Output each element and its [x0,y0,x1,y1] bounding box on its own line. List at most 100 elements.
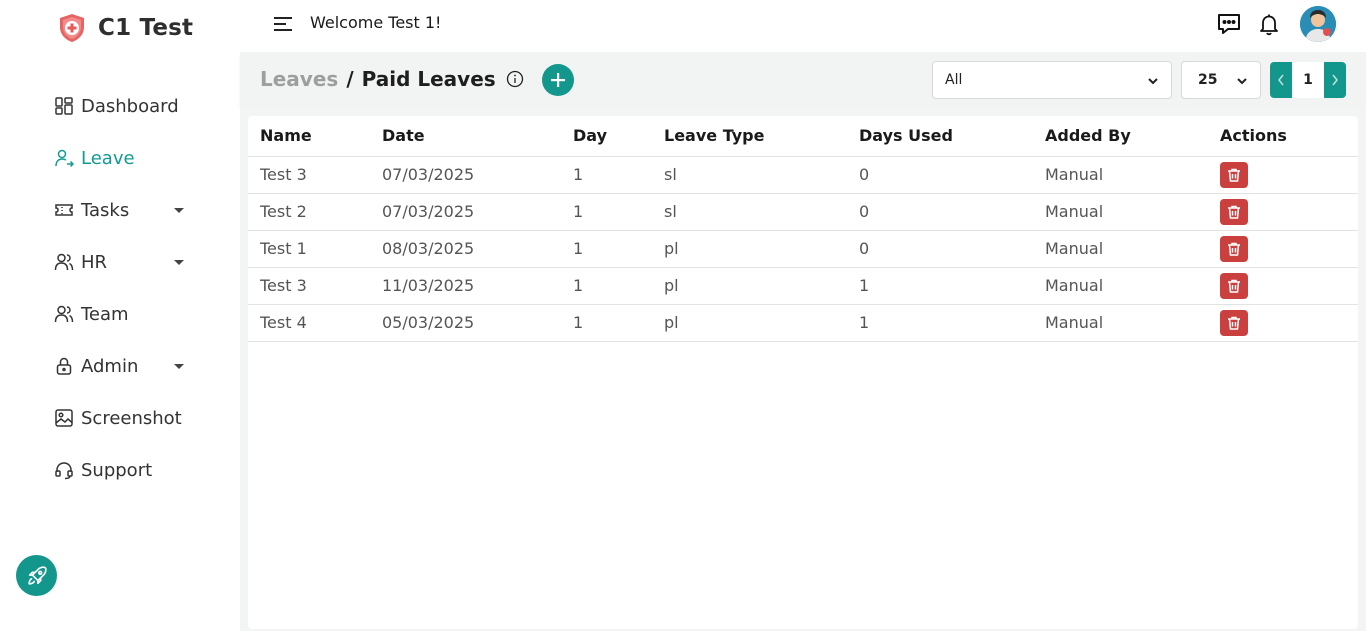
cell-added-by: Manual [1033,230,1208,268]
breadcrumb-parent[interactable]: Leaves [260,67,338,91]
info-icon[interactable] [506,70,524,88]
cell-added-by: Manual [1033,304,1208,342]
delete-button[interactable] [1220,272,1248,299]
trash-icon [1228,205,1240,219]
cell-days-used: 1 [847,267,1033,305]
app-logo[interactable]: C1 Test [56,12,193,44]
avatar[interactable] [1300,6,1336,42]
app-title: C1 Test [98,15,194,41]
column-header[interactable]: Added By [1033,116,1208,157]
cell-day: 1 [561,193,652,231]
leaves-table: Name Date Day Leave Type Days Used Added… [248,116,1358,342]
pagination: 1 [1270,62,1346,98]
lock-icon [54,356,74,376]
sidebar-item-team[interactable]: Team [54,288,204,340]
delete-button[interactable] [1220,309,1248,336]
sidebar-item-dashboard[interactable]: Dashboard [54,80,204,132]
current-page[interactable]: 1 [1292,62,1324,98]
table-row: Test 2 07/03/2025 1 sl 0 Manual [248,193,1358,231]
cell-day: 1 [561,267,652,305]
column-header[interactable]: Name [248,116,370,157]
user-arrow-icon [54,148,74,168]
chevron-down-icon[interactable] [174,207,184,213]
column-header[interactable]: Days Used [847,116,1033,157]
cell-actions [1208,304,1358,342]
sidebar-item-label: Admin [81,355,139,377]
chevron-left-icon [1277,74,1284,86]
cell-leave-type: pl [652,230,847,268]
page-title: Paid Leaves [361,67,496,91]
cell-date: 07/03/2025 [370,193,561,231]
cell-added-by: Manual [1033,193,1208,231]
headset-icon [54,460,74,480]
cell-added-by: Manual [1033,267,1208,305]
sidebar: C1 Test Dashboard Leave Tasks HR Team Ad… [0,0,240,631]
bell-icon[interactable] [1256,11,1282,37]
sidebar-item-label: HR [81,251,108,273]
breadcrumb-separator: / [346,67,354,91]
chat-icon[interactable] [1216,11,1242,37]
users-icon [54,252,74,272]
welcome-message: Welcome Test 1! [310,13,442,32]
trash-icon [1228,316,1240,330]
sidebar-item-label: Team [81,303,129,325]
plus-icon [551,73,565,87]
cell-leave-type: sl [652,193,847,231]
page-header: Leaves / Paid Leaves All 25 1 [240,52,1366,108]
filter-select[interactable]: All [932,61,1172,99]
cell-days-used: 1 [847,304,1033,342]
sidebar-item-hr[interactable]: HR [54,236,204,288]
cell-name: Test 3 [248,267,370,305]
table-row: Test 3 07/03/2025 1 sl 0 Manual [248,156,1358,194]
cell-leave-type: sl [652,156,847,194]
cell-date: 07/03/2025 [370,156,561,194]
cell-name: Test 4 [248,304,370,342]
cell-leave-type: pl [652,267,847,305]
cell-actions [1208,156,1358,194]
sidebar-item-leave[interactable]: Leave [54,132,204,184]
cell-name: Test 2 [248,193,370,231]
table-row: Test 1 08/03/2025 1 pl 0 Manual [248,230,1358,268]
cell-name: Test 3 [248,156,370,194]
sidebar-item-screenshot[interactable]: Screenshot [54,392,204,444]
chevron-down-icon[interactable] [174,363,184,369]
chevron-down-icon [1237,78,1247,85]
cell-date: 08/03/2025 [370,230,561,268]
leaves-table-card: Name Date Day Leave Type Days Used Added… [248,116,1358,629]
next-page-button[interactable] [1324,62,1346,98]
cell-day: 1 [561,230,652,268]
sidebar-item-label: Leave [81,147,135,169]
column-header[interactable]: Leave Type [652,116,847,157]
top-icons [1202,6,1336,42]
ticket-icon [54,200,74,220]
table-header-row: Name Date Day Leave Type Days Used Added… [248,116,1358,157]
column-header[interactable]: Day [561,116,652,157]
delete-button[interactable] [1220,235,1248,262]
shield-logo-icon [60,14,84,42]
cell-day: 1 [561,304,652,342]
team-icon [54,304,74,324]
sidebar-item-admin[interactable]: Admin [54,340,204,392]
column-header[interactable]: Date [370,116,561,157]
table-row: Test 4 05/03/2025 1 pl 1 Manual [248,304,1358,342]
sidebar-item-label: Dashboard [81,95,179,117]
column-header: Actions [1208,116,1358,157]
sidebar-item-label: Screenshot [81,407,182,429]
cell-date: 11/03/2025 [370,267,561,305]
delete-button[interactable] [1220,161,1248,188]
cell-days-used: 0 [847,156,1033,194]
sidebar-item-support[interactable]: Support [54,444,204,496]
page-size-select[interactable]: 25 [1181,61,1261,99]
chevron-down-icon[interactable] [174,259,184,265]
add-leave-button[interactable] [542,64,574,96]
sidebar-item-tasks[interactable]: Tasks [54,184,204,236]
rocket-icon [27,565,47,585]
delete-button[interactable] [1220,198,1248,225]
prev-page-button[interactable] [1270,62,1292,98]
hamburger-menu-icon[interactable] [274,16,292,32]
trash-icon [1228,168,1240,182]
sidebar-item-label: Tasks [81,199,130,221]
sidebar-nav: Dashboard Leave Tasks HR Team Admin Scre… [54,80,204,496]
rocket-launch-button[interactable] [16,555,57,596]
cell-actions [1208,267,1358,305]
